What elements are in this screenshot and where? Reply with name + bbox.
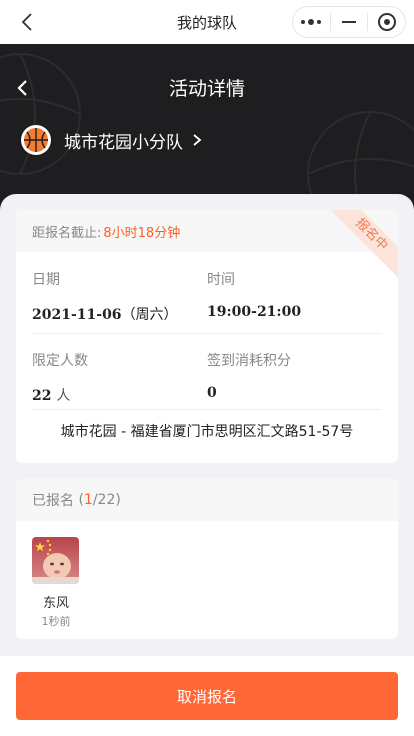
mini-program-capsule	[292, 6, 406, 38]
top-navbar: 我的球队	[0, 0, 414, 44]
deadline-label: 距报名截止:	[32, 225, 102, 241]
member-time: 1秒前	[41, 615, 71, 628]
date-label: 日期	[32, 272, 60, 288]
date-field: 日期 2021-11-06（周六）	[32, 269, 212, 324]
limit-label: 限定人数	[32, 353, 88, 369]
points-field: 签到消耗积分 0	[207, 350, 387, 401]
signed-up-header: 已报名 (1/22)	[16, 479, 398, 521]
points-label: 签到消耗积分	[207, 353, 291, 369]
limit-value-row: 22 人	[32, 385, 212, 405]
minimize-icon	[342, 21, 356, 23]
divider	[32, 333, 382, 334]
more-dots-icon	[301, 19, 322, 25]
date-value: 2021-11-06	[32, 307, 122, 323]
activity-info-card: 距报名截止: 8小时18分钟 报名中 日期 2021-11-06（周六） 时间 …	[16, 210, 398, 463]
time-label: 时间	[207, 272, 235, 288]
navbar-title: 我的球队	[176, 13, 237, 32]
signed-up-label: 已报名	[32, 493, 74, 509]
team-link[interactable]: 城市花园小分队	[20, 124, 203, 156]
time-field: 时间 19:00-21:00	[207, 269, 387, 320]
deadline-value: 8小时18分钟	[103, 225, 181, 241]
points-value: 0	[207, 385, 217, 401]
close-mini-program-button[interactable]	[368, 7, 405, 37]
chevron-right-icon	[193, 134, 202, 146]
more-button[interactable]	[293, 7, 330, 37]
date-value-row: 2021-11-06（周六）	[32, 304, 212, 324]
limit-unit: 人	[56, 388, 71, 404]
team-name: 城市花园小分队	[64, 132, 183, 153]
date-weekday: （周六）	[121, 307, 178, 323]
minimize-button[interactable]	[331, 7, 368, 37]
cancel-signup-button[interactable]: 取消报名	[16, 672, 398, 720]
limit-value: 22	[32, 388, 52, 404]
basketball-icon	[21, 125, 51, 155]
activity-address: 城市花园 - 福建省厦门市思明区汇文路51-57号	[60, 424, 354, 440]
divider	[32, 409, 382, 410]
target-icon	[377, 13, 396, 31]
content-sheet: 距报名截止: 8小时18分钟 报名中 日期 2021-11-06（周六） 时间 …	[0, 194, 414, 656]
time-value: 19:00-21:00	[207, 304, 302, 320]
page-title: 活动详情	[168, 78, 245, 100]
limit-field: 限定人数 22 人	[32, 350, 212, 405]
avatar	[32, 537, 79, 584]
bottom-bar: 取消报名	[0, 656, 414, 736]
member-item[interactable]: 东风 1秒前	[32, 537, 80, 629]
signed-up-card: 已报名 (1/22) 东风 1秒前	[16, 479, 398, 639]
signed-total: /22)	[92, 492, 121, 508]
member-name: 东风	[42, 596, 69, 611]
signed-count: 1	[83, 492, 93, 508]
back-arrow-icon[interactable]	[16, 10, 40, 34]
